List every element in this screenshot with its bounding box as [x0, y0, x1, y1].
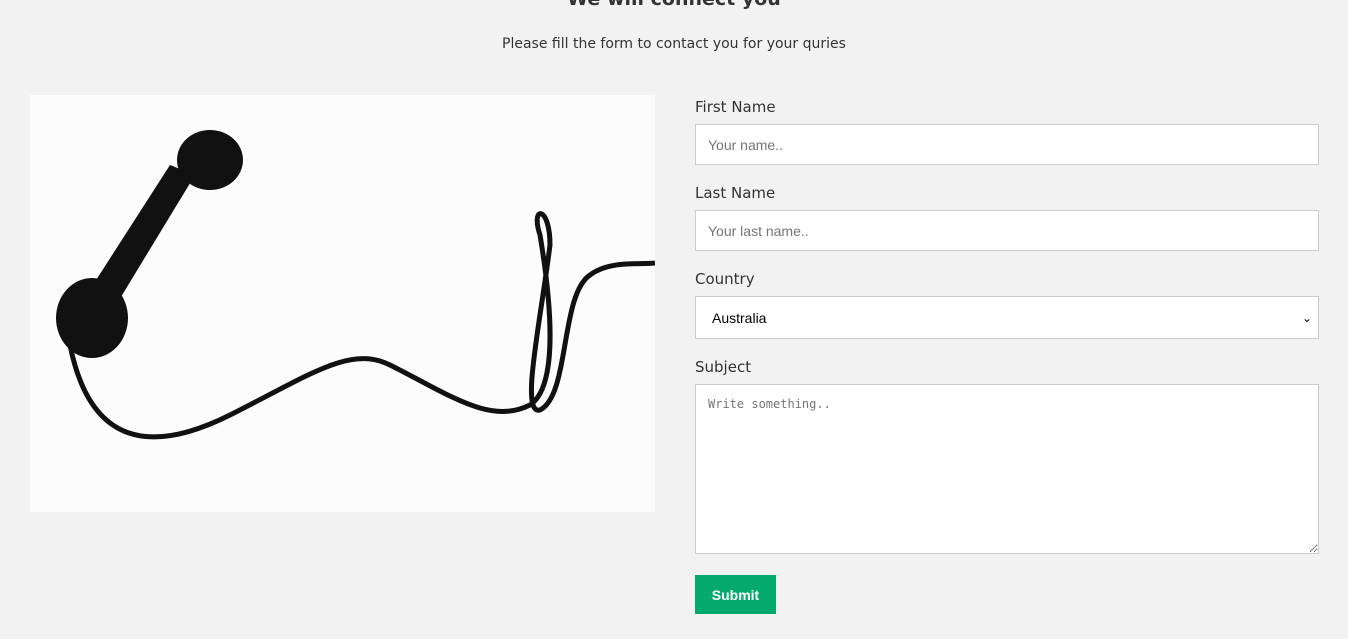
country-label: Country — [695, 270, 755, 288]
first-name-label: First Name — [695, 98, 776, 116]
last-name-label: Last Name — [695, 184, 776, 202]
subject-label: Subject — [695, 358, 752, 376]
last-name-input[interactable]: Your last name.. — [695, 210, 1319, 251]
country-value: Australia — [712, 309, 767, 326]
subject-textarea[interactable] — [695, 384, 1319, 554]
first-name-input[interactable]: Your name.. — [695, 124, 1319, 165]
telephone-image — [30, 95, 656, 512]
page-title: We will connect you — [0, 0, 1348, 10]
chevron-down-icon: ⌄ — [1301, 310, 1312, 325]
country-select[interactable]: Australia ⌄ — [695, 296, 1319, 339]
submit-button[interactable]: Submit — [695, 575, 776, 614]
last-name-placeholder: Your last name.. — [708, 222, 809, 239]
page-subtitle: Please fill the form to contact you for … — [502, 36, 846, 52]
first-name-placeholder: Your name.. — [708, 136, 783, 153]
